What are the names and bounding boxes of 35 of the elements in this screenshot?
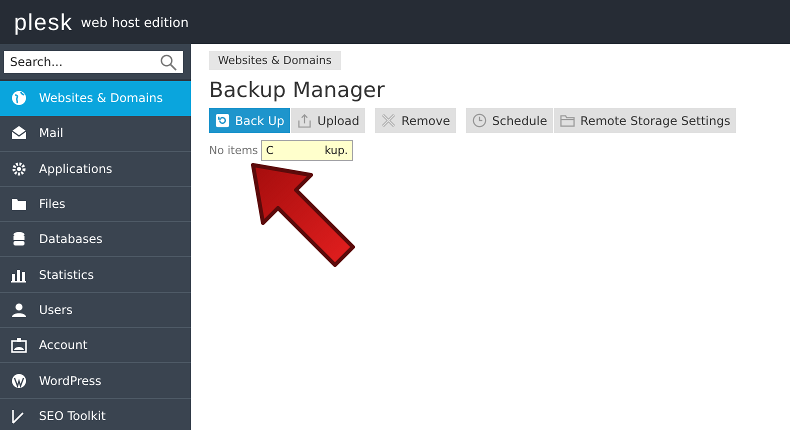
sidebar-item[interactable]: Users: [0, 292, 191, 328]
sidebar-item[interactable]: Applications: [0, 152, 191, 187]
gear-icon: [11, 160, 27, 177]
sidebar-item[interactable]: WordPress: [0, 363, 191, 399]
search-field[interactable]: Search...: [4, 51, 183, 73]
sidebar-item[interactable]: Mail: [0, 116, 191, 152]
tooltip-text: kup.: [324, 144, 348, 157]
toolbar-button[interactable]: Remove: [375, 108, 456, 133]
database-icon: [11, 231, 27, 248]
upload-icon: [297, 113, 312, 128]
breadcrumb-link[interactable]: Websites & Domains: [209, 51, 341, 70]
sidebar-item[interactable]: Statistics: [0, 257, 191, 293]
clock-icon: [472, 113, 488, 128]
wordpress-icon: [11, 372, 27, 389]
folder-icon: [11, 196, 27, 212]
tooltip-text: C: [266, 144, 274, 157]
sidebar-item[interactable]: Databases: [0, 222, 191, 258]
empty-message: No items: [209, 144, 258, 157]
toolbar-button[interactable]: Upload: [291, 108, 366, 133]
toolbar-button[interactable]: Remote Storage Settings: [554, 108, 736, 133]
folder-icon: [560, 113, 576, 128]
sidebar-item[interactable]: Files: [0, 186, 191, 222]
user-icon: [11, 302, 27, 318]
toolbar-button[interactable]: Schedule: [466, 108, 554, 133]
refresh-icon: [215, 113, 230, 128]
mail-icon: [11, 125, 27, 142]
edition-label: web host edition: [80, 16, 189, 31]
account-icon: [11, 337, 27, 354]
sidebar-item[interactable]: Account: [0, 328, 191, 364]
sidebar-item[interactable]: SEO Toolkit: [0, 398, 191, 430]
page-title: Backup Manager: [209, 78, 386, 102]
globe-icon: [11, 90, 27, 106]
search-icon[interactable]: [160, 54, 177, 71]
remove-icon: [381, 113, 396, 128]
logo: plesk: [14, 8, 73, 36]
